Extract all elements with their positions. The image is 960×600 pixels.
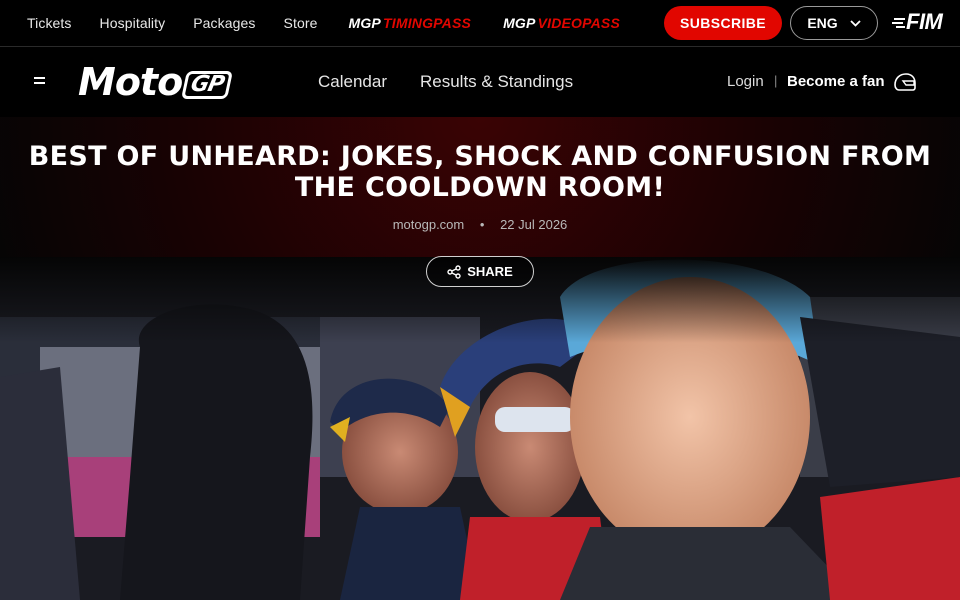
meta-separator: • (479, 217, 485, 232)
article-meta: motogp.com • 22 Jul 2026 (0, 217, 960, 232)
hamburger-menu-icon[interactable] (34, 77, 48, 87)
fim-logo[interactable]: FIM (892, 9, 948, 35)
fim-wing-icon (892, 18, 905, 28)
timingpass-label: TIMINGPASS (382, 15, 472, 31)
videopass-link[interactable]: MGP VIDEOPASS (503, 15, 620, 31)
language-selector[interactable]: ENG (790, 6, 878, 40)
helmet-icon[interactable] (893, 72, 917, 92)
become-a-fan-link[interactable]: Become a fan (787, 73, 885, 90)
article-source[interactable]: motogp.com (393, 217, 465, 232)
article-date: 22 Jul 2026 (500, 217, 568, 232)
main-navigation: Moto GP Calendar Results & Standings Logi… (0, 48, 960, 117)
motogp-logo[interactable]: Moto GP (78, 63, 278, 101)
videopass-label: VIDEOPASS (537, 15, 621, 31)
nav-results-standings[interactable]: Results & Standings (420, 72, 573, 92)
article-title: BEST OF UNHEARD: JOKES, SHOCK AND CONFUS… (28, 141, 932, 203)
nav-calendar[interactable]: Calendar (318, 72, 387, 92)
chevron-down-icon (850, 19, 861, 27)
mgp-logo: MGP (348, 15, 381, 31)
nav-separator: | (774, 73, 778, 88)
article-hero: BEST OF UNHEARD: JOKES, SHOCK AND CONFUS… (0, 117, 960, 600)
mgp-logo: MGP (503, 15, 536, 31)
hospitality-link[interactable]: Hospitality (100, 15, 166, 31)
share-button[interactable]: SHARE (426, 256, 534, 287)
tickets-link[interactable]: Tickets (27, 15, 72, 31)
login-link[interactable]: Login (727, 73, 764, 90)
store-link[interactable]: Store (284, 15, 318, 31)
packages-link[interactable]: Packages (193, 15, 255, 31)
logo-text: Moto (78, 60, 183, 104)
logo-gp: GP (181, 70, 234, 99)
top-utility-bar: Tickets Hospitality Packages Store MGP T… (0, 0, 960, 47)
fim-logo-text: FIM (906, 9, 943, 34)
hero-photo (0, 257, 960, 600)
share-icon (447, 264, 461, 279)
language-label: ENG (807, 15, 838, 31)
timingpass-link[interactable]: MGP TIMINGPASS (348, 15, 471, 31)
subscribe-button[interactable]: SUBSCRIBE (664, 6, 782, 40)
share-label: SHARE (467, 264, 513, 279)
